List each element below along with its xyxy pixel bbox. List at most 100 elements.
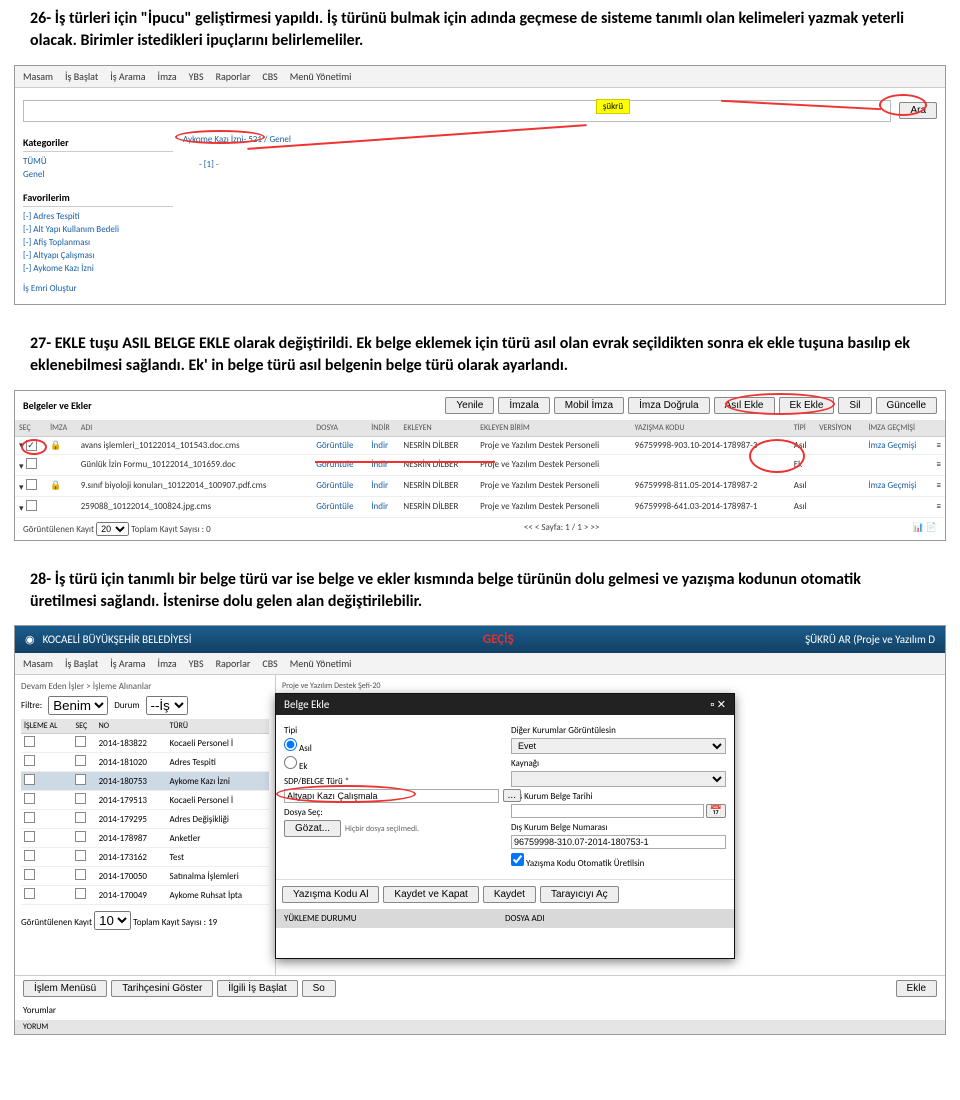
row-checkbox[interactable] <box>26 479 37 490</box>
row-menu-icon[interactable]: ≡ <box>933 496 945 517</box>
fav-item[interactable]: [-] Afiş Toplanması <box>23 236 173 249</box>
indir-link[interactable]: İndir <box>367 475 399 496</box>
indir-link[interactable]: İndir <box>367 436 399 454</box>
sec-checkbox[interactable] <box>75 736 86 747</box>
row-checkbox[interactable] <box>26 458 37 469</box>
row-menu-icon[interactable]: ≡ <box>933 436 945 454</box>
is-emri-olustur[interactable]: İş Emri Oluştur <box>23 283 173 294</box>
sec-checkbox[interactable] <box>75 869 86 880</box>
ek-radio[interactable] <box>284 756 297 769</box>
imza-gecmisi-link[interactable]: İmza Geçmişi <box>864 436 932 454</box>
menu-item[interactable]: YBS <box>189 657 204 670</box>
isleme-checkbox[interactable] <box>24 736 35 747</box>
job-row[interactable]: 2014-170049Aykome Ruhsat İpta <box>21 886 269 905</box>
job-row[interactable]: 2014-179295Adres Değişikliği <box>21 810 269 829</box>
isleme-checkbox[interactable] <box>24 812 35 823</box>
sec-checkbox[interactable] <box>75 850 86 861</box>
job-row[interactable]: 2014-173162Test <box>21 848 269 867</box>
dialog-close-icon[interactable]: ▫ ✕ <box>710 698 726 711</box>
tarihce-button[interactable]: Tarihçesini Göster <box>111 980 213 997</box>
sdp-browse-button[interactable]: ... <box>503 789 521 802</box>
ekle-button[interactable]: Ekle <box>896 980 937 997</box>
menu-item[interactable]: CBS <box>262 70 277 83</box>
kategori-tumu[interactable]: TÜMÜ <box>23 155 173 168</box>
menu-item[interactable]: CBS <box>262 657 277 670</box>
menu-item[interactable]: YBS <box>189 70 204 83</box>
goruntule-link[interactable]: Görüntüle <box>312 496 367 517</box>
menu-item[interactable]: İş Başlat <box>65 70 98 83</box>
ilgili-is-button[interactable]: İlgili İş Başlat <box>217 980 297 997</box>
imza-dogrula-button[interactable]: İmza Doğrula <box>628 397 709 414</box>
menu-item[interactable]: İş Arama <box>110 70 145 83</box>
kaydet-button[interactable]: Kaydet <box>483 886 536 903</box>
kaynagi-select[interactable] <box>511 771 726 787</box>
mobil-imza-button[interactable]: Mobil İmza <box>554 397 624 414</box>
menu-item[interactable]: Raporlar <box>216 657 251 670</box>
job-row[interactable]: 2014-183822Kocaeli Personel İ <box>21 734 269 753</box>
yku-checkbox[interactable] <box>511 853 524 866</box>
sec-checkbox[interactable] <box>75 774 86 785</box>
yazisma-kodu-al-button[interactable]: Yazışma Kodu Al <box>282 886 379 903</box>
page-size-select[interactable]: 10 <box>94 911 131 930</box>
dkbn-input[interactable] <box>511 835 726 849</box>
filtre-select[interactable]: Benim <box>48 696 108 715</box>
imzala-button[interactable]: İmzala <box>498 397 549 414</box>
menu-item[interactable]: Menü Yönetimi <box>290 70 352 83</box>
job-row[interactable]: 2014-180753Aykome Kazı İzni <box>21 772 269 791</box>
job-row[interactable]: 2014-170050Satınalma İşlemleri <box>21 867 269 886</box>
job-row[interactable]: 2014-179513Kocaeli Personel İ <box>21 791 269 810</box>
fav-item[interactable]: [-] Altyapı Çalışması <box>23 249 173 262</box>
isleme-checkbox[interactable] <box>24 831 35 842</box>
pager-nav[interactable]: << < Sayfa: 1 / 1 > >> <box>524 522 599 536</box>
guncelle-button[interactable]: Güncelle <box>876 397 937 414</box>
isleme-checkbox[interactable] <box>24 888 35 899</box>
kategori-genel[interactable]: Genel <box>23 168 173 181</box>
goruntule-link[interactable]: Görüntüle <box>312 454 367 475</box>
isleme-checkbox[interactable] <box>24 850 35 861</box>
indir-link[interactable]: İndir <box>367 454 399 475</box>
isleme-checkbox[interactable] <box>24 793 35 804</box>
gozat-button[interactable]: Gözat... <box>284 820 341 837</box>
table-row[interactable]: ▾ 🔒avans işlemleri_10122014_101543.doc.c… <box>15 436 945 454</box>
job-row[interactable]: 2014-178987Anketler <box>21 829 269 848</box>
goruntule-link[interactable]: Görüntüle <box>312 475 367 496</box>
menu-item[interactable]: Raporlar <box>216 70 251 83</box>
sec-checkbox[interactable] <box>75 831 86 842</box>
menu-item[interactable]: İmza <box>158 657 177 670</box>
row-checkbox[interactable] <box>26 500 37 511</box>
sil-button[interactable]: Sil <box>838 397 871 414</box>
fav-item[interactable]: [-] Adres Tespiti <box>23 210 173 223</box>
sec-checkbox[interactable] <box>75 793 86 804</box>
durum-select[interactable]: --İş <box>146 696 188 715</box>
imza-gecmisi-link[interactable]: İmza Geçmişi <box>864 475 932 496</box>
yenile-button[interactable]: Yenile <box>445 397 494 414</box>
diger-kurumlar-select[interactable]: Evet <box>511 738 726 754</box>
table-row[interactable]: ▾ 259088_10122014_100824.jpg.cmsGörüntül… <box>15 496 945 517</box>
kaydet-kapat-button[interactable]: Kaydet ve Kapat <box>383 886 478 903</box>
menu-item[interactable]: Masam <box>23 657 53 670</box>
sec-checkbox[interactable] <box>75 812 86 823</box>
so-button[interactable]: So <box>302 980 336 997</box>
table-row[interactable]: ▾ Günlük İzin Formu_10122014_101659.docG… <box>15 454 945 475</box>
fav-item[interactable]: [-] Aykome Kazı İzni <box>23 262 173 275</box>
sec-checkbox[interactable] <box>75 755 86 766</box>
job-row[interactable]: 2014-181020Adres Tespiti <box>21 753 269 772</box>
imza-gecmisi-link[interactable] <box>864 496 932 517</box>
isleme-checkbox[interactable] <box>24 755 35 766</box>
indir-link[interactable]: İndir <box>367 496 399 517</box>
row-menu-icon[interactable]: ≡ <box>933 475 945 496</box>
goruntule-link[interactable]: Görüntüle <box>312 436 367 454</box>
isleme-checkbox[interactable] <box>24 774 35 785</box>
tarayici-ac-button[interactable]: Tarayıcıyı Aç <box>540 886 619 903</box>
menu-item[interactable]: İş Arama <box>110 657 145 670</box>
isleme-checkbox[interactable] <box>24 869 35 880</box>
menu-item[interactable]: Menü Yönetimi <box>290 657 352 670</box>
islem-menu-button[interactable]: İşlem Menüsü <box>23 980 107 997</box>
fav-item[interactable]: [-] Alt Yapı Kullanım Bedeli <box>23 223 173 236</box>
dkbt-input[interactable] <box>511 804 704 818</box>
page-size-select[interactable]: 20 <box>96 522 129 536</box>
menu-item[interactable]: Masam <box>23 70 53 83</box>
sec-checkbox[interactable] <box>75 888 86 899</box>
row-menu-icon[interactable]: ≡ <box>933 454 945 475</box>
calendar-icon[interactable]: 📅 <box>706 804 726 818</box>
